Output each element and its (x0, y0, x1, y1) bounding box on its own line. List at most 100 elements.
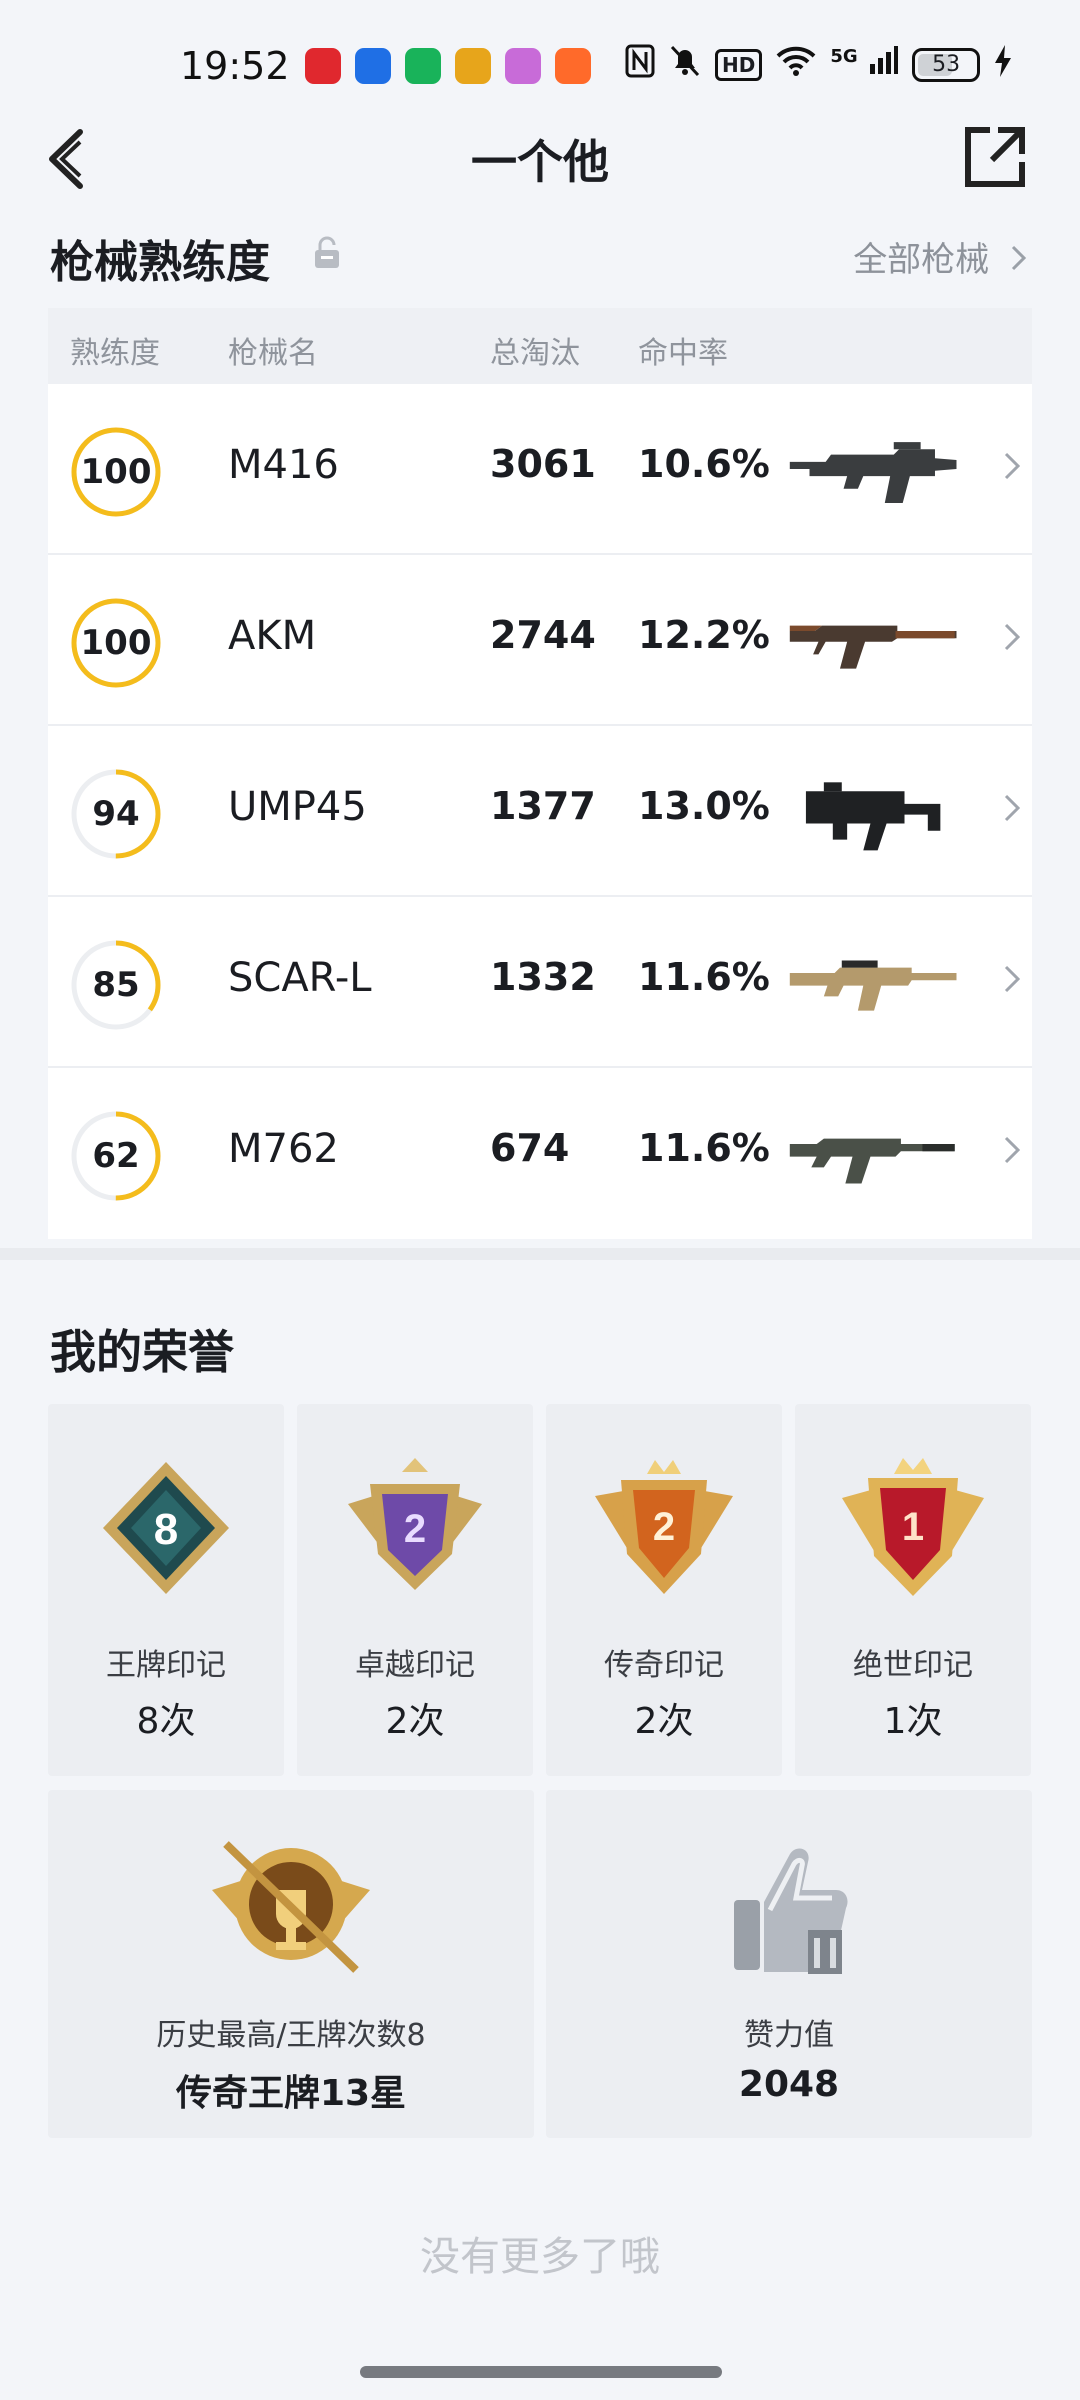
game-center-app-icon (555, 48, 591, 84)
status-time: 19:52 (180, 44, 290, 88)
chevron-right-icon (1004, 794, 1021, 822)
weapon-table: 熟练度 枪械名 总淘汰 命中率 100 M416 3061 10.6% 100 AKM 27… (48, 308, 1032, 1239)
weapon-row[interactable]: 94 UMP45 1377 13.0% (48, 726, 1032, 897)
badge-count: 8次 (136, 1701, 196, 1742)
highest-rank-card[interactable]: 历史最高/王牌次数8 传奇王牌13星 (48, 1790, 534, 2138)
weapon-row[interactable]: 85 SCAR-L 1332 11.6% (48, 897, 1032, 1068)
weapon-hit-rate: 10.6% (638, 442, 770, 486)
column-header-proficiency: 熟练度 (70, 336, 160, 371)
proficiency-value: 100 (80, 452, 152, 492)
header: 一个他 (0, 110, 1080, 200)
weapon-hit-rate: 11.6% (638, 955, 770, 999)
weapon-row[interactable]: 100 AKM 2744 12.2% (48, 555, 1032, 726)
badge-count: 1次 (883, 1701, 943, 1742)
weapon-section-title: 枪械熟练度 (50, 237, 270, 288)
weapon-rows: 100 M416 3061 10.6% 100 AKM 2744 12.2% 94 UMP45 13… (48, 384, 1032, 1239)
column-header-hit-rate: 命中率 (638, 336, 728, 371)
hd-badge: HD (715, 49, 763, 81)
weapon-hit-rate: 11.6% (638, 1126, 770, 1170)
page-title: 一个他 (471, 135, 609, 189)
badge-label: 卓越印记 (355, 1648, 475, 1683)
weapon-section-header: 枪械熟练度 全部枪械 (50, 226, 1030, 288)
weapon-kills: 3061 (490, 442, 596, 486)
legend-badge-number: 2 (653, 1505, 675, 1549)
mute-icon (669, 44, 701, 86)
likes-label: 赞力值 (744, 2018, 834, 2053)
music-app-icon (305, 48, 341, 84)
weapon-row[interactable]: 62 M762 674 11.6% (48, 1068, 1032, 1239)
proficiency-value: 94 (92, 794, 140, 834)
share-button[interactable] (962, 124, 1028, 190)
scar-l-weapon-image (789, 960, 957, 1011)
weapon-kills: 674 (490, 1126, 570, 1170)
highest-rank-value: 传奇王牌13星 (175, 2073, 407, 2114)
signal-icon: 5G (830, 46, 899, 84)
legend-ace-rank-icon (212, 1841, 370, 1973)
weapon-name: UMP45 (228, 784, 367, 830)
section-divider (0, 1248, 1080, 1260)
weapon-row[interactable]: 100 M416 3061 10.6% (48, 384, 1032, 555)
peerless-badge-number: 1 (902, 1505, 924, 1549)
ump45-weapon-image (805, 782, 941, 851)
highest-rank-label: 历史最高/王牌次数8 (156, 2018, 426, 2053)
chevron-right-icon (1004, 452, 1021, 480)
proficiency-value: 85 (92, 965, 140, 1005)
proficiency-value: 62 (92, 1136, 140, 1176)
honor-section-title: 我的荣誉 (50, 1325, 234, 1379)
ace-mark-badge-icon: 8 (103, 1462, 229, 1594)
chevron-right-icon (1004, 965, 1021, 993)
weapon-hit-rate: 13.0% (638, 784, 770, 828)
chevron-right-icon (1004, 623, 1021, 651)
network-type: 5G (830, 46, 858, 67)
all-weapons-link[interactable]: 全部枪械 (853, 232, 1030, 281)
weapon-kills: 2744 (490, 613, 596, 657)
status-app-icons (305, 48, 591, 84)
chevron-right-icon (1004, 1136, 1021, 1164)
proficiency-value: 100 (80, 623, 152, 663)
m762-weapon-image (789, 1138, 955, 1184)
all-weapons-label: 全部枪械 (853, 240, 990, 280)
weapon-kills: 1377 (490, 784, 596, 828)
weapon-kills: 1332 (490, 955, 596, 999)
badge-count: 2次 (634, 1701, 694, 1742)
likes-card[interactable]: 赞力值 2048 (546, 1790, 1032, 2138)
weapon-name: AKM (228, 613, 317, 659)
weapon-table-header: 熟练度 枪械名 总淘汰 命中率 (48, 308, 1032, 384)
peerless-mark-badge-icon: 1 (842, 1458, 984, 1596)
no-more-text: 没有更多了哦 (420, 2234, 660, 2280)
badge-card-excellent[interactable]: 2 卓越印记 2次 (297, 1404, 533, 1776)
akm-weapon-image (789, 625, 957, 669)
legend-mark-badge-icon: 2 (595, 1460, 733, 1594)
weapon-name: SCAR-L (228, 955, 372, 1001)
excellent-mark-badge-icon: 2 (348, 1458, 482, 1590)
m416-weapon-image (789, 442, 957, 504)
likes-value: 2048 (738, 2064, 840, 2105)
column-header-kills: 总淘汰 (490, 336, 580, 371)
ace-badge-number: 8 (154, 1505, 178, 1554)
badge-card-legend[interactable]: 2 传奇印记 2次 (546, 1404, 782, 1776)
badge-label: 王牌印记 (106, 1648, 226, 1683)
game-news-app-icon (455, 48, 491, 84)
status-indicators: HD 5G 53 (625, 44, 1012, 86)
security-app-icon (405, 48, 441, 84)
column-header-weapon-name: 枪械名 (228, 336, 318, 371)
lock-icon[interactable] (312, 236, 342, 270)
nfc-icon (625, 44, 655, 86)
excellent-badge-number: 2 (404, 1507, 426, 1551)
badge-count: 2次 (385, 1701, 445, 1742)
gallery-app-icon (505, 48, 541, 84)
battery-icon: 53 (912, 48, 981, 82)
chevron-right-icon (1011, 245, 1027, 271)
badge-label: 绝世印记 (853, 1648, 973, 1683)
home-indicator[interactable] (360, 2366, 722, 2378)
shield-app-icon (355, 48, 391, 84)
weapon-name: M416 (228, 442, 339, 488)
weapon-name: M762 (228, 1126, 339, 1172)
badge-card-peerless[interactable]: 1 绝世印记 1次 (795, 1404, 1031, 1776)
badge-label: 传奇印记 (604, 1648, 724, 1683)
charging-icon (994, 45, 1012, 85)
thumbs-up-icon (734, 1848, 848, 1974)
badge-card-ace[interactable]: 8 王牌印记 8次 (48, 1404, 284, 1776)
share-icon (965, 127, 1025, 187)
wifi-icon (776, 45, 816, 85)
